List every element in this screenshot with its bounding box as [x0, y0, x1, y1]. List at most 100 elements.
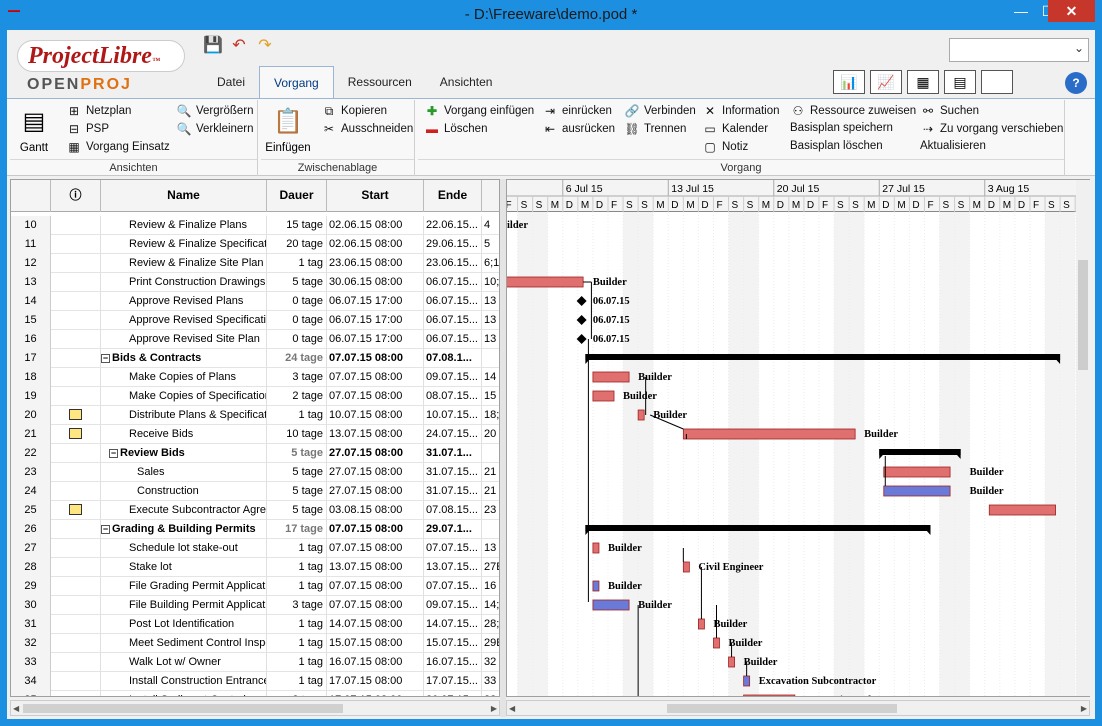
netzplan-button[interactable]: ⊞ Netzplan: [66, 104, 131, 118]
table-row[interactable]: 35 Install Sediment Controls 2 tage17.07.1…: [11, 691, 499, 696]
duration-cell[interactable]: 20 tage: [267, 235, 327, 254]
row-id[interactable]: 33: [11, 653, 51, 672]
task-usage-view-icon[interactable]: ▦: [907, 70, 939, 94]
gantt-horizontal-scrollbar[interactable]: ◀ ▶: [506, 700, 1090, 716]
predecessors-cell[interactable]: [482, 444, 499, 463]
end-cell[interactable]: 13.07.15...: [424, 558, 482, 577]
table-row[interactable]: 19 Make Copies of Specifications 2 tage 07.…: [11, 387, 499, 406]
duration-cell[interactable]: 24 tage: [267, 349, 327, 368]
predecessors-cell[interactable]: [482, 520, 499, 539]
row-id[interactable]: 20: [11, 406, 51, 425]
vertical-scrollbar[interactable]: [1076, 180, 1090, 696]
duration-cell[interactable]: 2 tage: [267, 691, 327, 696]
charts-view-icon[interactable]: 📈: [870, 70, 902, 94]
start-cell[interactable]: 06.07.15 17:00: [327, 292, 424, 311]
table-row[interactable]: 24 Construction 5 tage 27.07.15 08:00 31.07.…: [11, 482, 499, 501]
table-row[interactable]: 25 Execute Subcontractor Agreements5 tage…: [11, 501, 499, 520]
row-id[interactable]: 25: [11, 501, 51, 520]
predecessors-cell[interactable]: 28;2: [482, 615, 499, 634]
start-cell[interactable]: 14.07.15 08:00: [327, 615, 424, 634]
duration-cell[interactable]: 1 tag: [267, 406, 327, 425]
task-name-cell[interactable]: Approve Revised Specifications: [101, 311, 267, 330]
end-cell[interactable]: 07.07.15...: [424, 577, 482, 596]
row-id[interactable]: 19: [11, 387, 51, 406]
row-id[interactable]: 28: [11, 558, 51, 577]
table-row[interactable]: 22− Review Bids 5 tage 27.07.15 08:00 31.07.…: [11, 444, 499, 463]
information-button[interactable]: ✕ Information: [702, 104, 780, 118]
task-name-cell[interactable]: Review & Finalize Site Plan: [101, 254, 267, 273]
calendar-button[interactable]: ▭ Kalender: [702, 122, 768, 136]
predecessors-cell[interactable]: 6;10: [482, 254, 499, 273]
outdent-button[interactable]: ⇤ ausrücken: [542, 122, 615, 136]
predecessors-cell[interactable]: 10;: [482, 273, 499, 292]
row-id[interactable]: 35: [11, 691, 51, 696]
duration-cell[interactable]: 1 tag: [267, 254, 327, 273]
predecessors-cell[interactable]: 32: [482, 653, 499, 672]
help-icon[interactable]: ?: [1065, 72, 1087, 94]
histogram-view-icon[interactable]: 📊: [833, 70, 865, 94]
save-baseline-button[interactable]: Basisplan speichern: [790, 122, 893, 134]
table-horizontal-scrollbar[interactable]: ◀ ▶: [10, 700, 500, 716]
end-cell[interactable]: 10.07.15...: [424, 406, 482, 425]
table-row[interactable]: 15Approve Revised Specifications0 tage06…: [11, 311, 499, 330]
start-cell[interactable]: 27.07.15 08:00: [327, 444, 424, 463]
duration-cell[interactable]: 3 tage: [267, 596, 327, 615]
task-name-cell[interactable]: Review & Finalize Plans: [101, 216, 267, 235]
predecessors-cell[interactable]: 14: [482, 368, 499, 387]
collapse-icon[interactable]: −: [101, 354, 110, 363]
insert-task-button[interactable]: ✚ Vorgang einfügen: [424, 104, 534, 118]
id-header[interactable]: [11, 180, 51, 212]
row-id[interactable]: 26: [11, 520, 51, 539]
paste-button[interactable]: 📋 Einfügen: [263, 106, 313, 154]
start-cell[interactable]: 17.07.15 08:00: [327, 672, 424, 691]
duration-cell[interactable]: 1 tag: [267, 539, 327, 558]
predecessors-cell[interactable]: 4: [482, 216, 499, 235]
update-button[interactable]: Aktualisieren: [920, 140, 986, 152]
undo-icon[interactable]: ↶: [229, 36, 249, 56]
task-name-cell[interactable]: Distribute Plans & Specifications: [101, 406, 267, 425]
task-name-cell[interactable]: Schedule lot stake-out: [101, 539, 267, 558]
scrollbar-thumb[interactable]: [1078, 260, 1088, 370]
predecessors-cell[interactable]: 32;: [482, 691, 499, 696]
tab-datei[interactable]: Datei: [203, 66, 259, 98]
scrollbar-thumb[interactable]: [667, 704, 897, 713]
start-cell[interactable]: 30.06.15 08:00: [327, 273, 424, 292]
duration-cell[interactable]: 5 tage: [267, 501, 327, 520]
start-cell[interactable]: 06.07.15 17:00: [327, 311, 424, 330]
row-id[interactable]: 27: [11, 539, 51, 558]
ende-header[interactable]: Ende: [424, 180, 482, 212]
row-id[interactable]: 12: [11, 254, 51, 273]
table-row[interactable]: 18 Make Copies of Plans 3 tage 07.07.15 08:…: [11, 368, 499, 387]
no-sub-view-icon[interactable]: [981, 70, 1013, 94]
duration-cell[interactable]: 17 tage: [267, 520, 327, 539]
end-cell[interactable]: 09.07.15...: [424, 368, 482, 387]
task-name-cell[interactable]: Make Copies of Plans: [101, 368, 267, 387]
end-cell[interactable]: 23.06.15...: [424, 254, 482, 273]
table-row[interactable]: 12 Review & Finalize Site Plan 1 tag 23.06.…: [11, 254, 499, 273]
row-id[interactable]: 17: [11, 349, 51, 368]
table-row[interactable]: 34 Install Construction Entrance 1 tag 17.0…: [11, 672, 499, 691]
task-name-cell[interactable]: Walk Lot w/ Owner: [101, 653, 267, 672]
scroll-right-icon[interactable]: ▶: [1081, 704, 1087, 713]
scroll-left-icon[interactable]: ◀: [13, 704, 19, 713]
task-name-cell[interactable]: Install Sediment Controls: [101, 691, 267, 696]
task-name-cell[interactable]: Receive Bids: [101, 425, 267, 444]
task-name-cell[interactable]: Stake lot: [101, 558, 267, 577]
task-name-cell[interactable]: Install Construction Entrance: [101, 672, 267, 691]
predecessors-cell[interactable]: 13: [482, 292, 499, 311]
row-id[interactable]: 16: [11, 330, 51, 349]
start-cell[interactable]: 27.07.15 08:00: [327, 482, 424, 501]
start-cell[interactable]: 13.07.15 08:00: [327, 558, 424, 577]
clear-baseline-button[interactable]: Basisplan löschen: [790, 140, 883, 152]
start-cell[interactable]: 06.07.15 17:00: [327, 330, 424, 349]
tab-ressourcen[interactable]: Ressourcen: [334, 66, 426, 98]
end-cell[interactable]: 31.07.15...: [424, 482, 482, 501]
tab-ansichten[interactable]: Ansichten: [426, 66, 507, 98]
note-button[interactable]: ▢ Notiz: [702, 140, 748, 154]
scroll-right-icon[interactable]: ▶: [491, 704, 497, 713]
duration-cell[interactable]: 0 tage: [267, 311, 327, 330]
predecessors-cell[interactable]: 15: [482, 387, 499, 406]
end-cell[interactable]: 14.07.15...: [424, 615, 482, 634]
start-cell[interactable]: 23.06.15 08:00: [327, 254, 424, 273]
duration-cell[interactable]: 0 tage: [267, 292, 327, 311]
